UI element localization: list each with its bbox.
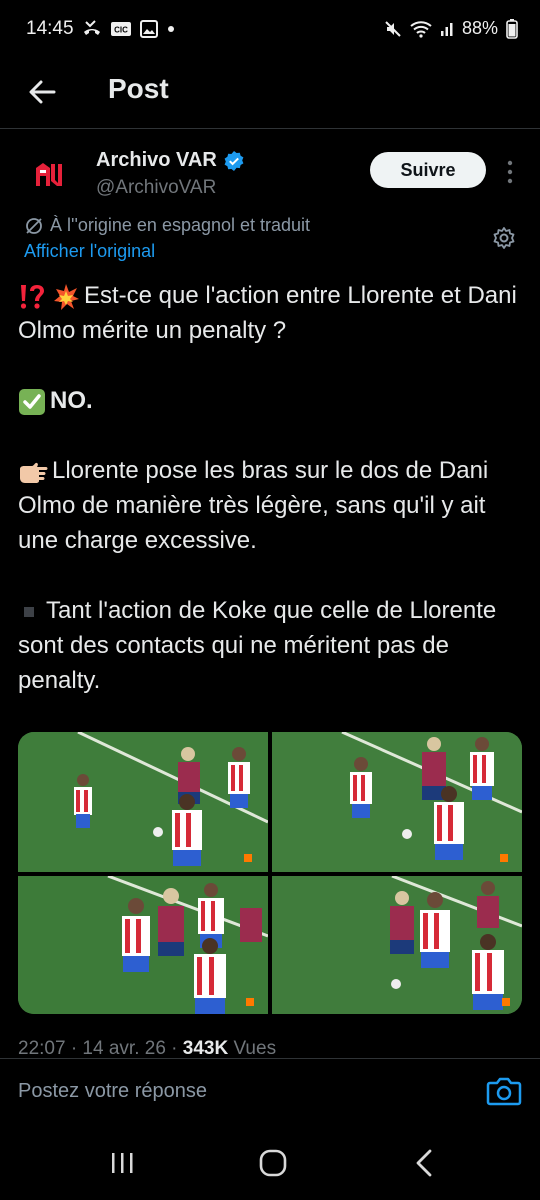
media-image-4[interactable] (272, 876, 522, 1014)
translation-note: À l''origine en espagnol et traduit (24, 215, 310, 236)
author-handle[interactable]: @ArchivoVAR (96, 177, 216, 199)
missed-call-icon (84, 20, 100, 35)
mute-icon (385, 20, 401, 37)
status-left-icons: CIC (82, 20, 176, 38)
header-divider (0, 128, 540, 129)
translation-settings-button[interactable] (490, 224, 518, 252)
pointing-hand-icon (20, 462, 48, 483)
back-button[interactable] (22, 72, 62, 112)
check-mark-button-icon (19, 388, 45, 415)
author-name[interactable]: Archivo VAR (96, 149, 245, 172)
camera-button[interactable] (486, 1074, 522, 1108)
gallery-icon (140, 20, 158, 38)
tweet-meta: 22:07 · 14 avr. 26 · 343K Vues (18, 1038, 276, 1060)
follow-button[interactable]: Suivre (370, 152, 486, 188)
status-bar: 14:45 CIC 88% (0, 0, 540, 62)
media-image-1[interactable] (18, 732, 268, 872)
football-scene-image (18, 876, 268, 1014)
tweet-paragraph-4: Tant l'action de Koke que celle de Llore… (18, 593, 526, 698)
recent-apps-icon (112, 1153, 133, 1173)
tweet-paragraph-3: Llorente pose les bras sur le dos de Dan… (18, 453, 526, 558)
app-header: Post (0, 62, 540, 128)
views-label: Vues (228, 1038, 277, 1059)
black-square-icon (24, 606, 34, 617)
exclamation-question-icon (20, 284, 44, 309)
system-back-button[interactable] (412, 1148, 438, 1178)
football-scene-image (18, 732, 268, 872)
chevron-left-icon (416, 1149, 432, 1177)
status-time: 14:45 (26, 18, 74, 39)
tweet-p3: Llorente pose les bras sur le dos de Dan… (18, 457, 489, 554)
translate-icon (26, 217, 42, 234)
football-scene-image (272, 876, 522, 1014)
verified-badge-icon (224, 150, 244, 171)
football-scene-image (272, 732, 522, 872)
reply-input[interactable]: Postez votre réponse (18, 1080, 207, 1103)
tweet-text: Est-ce que l'action entre Llorente et Da… (18, 278, 526, 698)
status-right: 88% (384, 18, 518, 39)
avatar[interactable] (20, 148, 74, 202)
views-count: 343K (182, 1038, 229, 1059)
battery-icon (506, 18, 518, 39)
archivo-var-logo (20, 148, 74, 202)
signal-icon (440, 22, 453, 36)
home-button[interactable] (258, 1148, 288, 1178)
tweet-paragraph-2: NO. (18, 383, 526, 418)
tweet-p4: Tant l'action de Koke que celle de Llore… (18, 597, 497, 694)
wifi-icon (410, 20, 432, 38)
more-options-button[interactable] (500, 156, 520, 188)
translation-note-text: À l''origine en espagnol et traduit (50, 215, 311, 235)
recent-apps-button[interactable] (108, 1150, 138, 1176)
tweet-date: 22:07 · 14 avr. 26 · (18, 1038, 183, 1059)
camera-icon (486, 1077, 522, 1106)
media-grid[interactable] (18, 732, 522, 1014)
more-vertical-icon (507, 160, 513, 184)
gear-icon (493, 227, 515, 249)
media-image-2[interactable] (272, 732, 522, 872)
tweet-p1: Est-ce que l'action entre Llorente et Da… (18, 282, 517, 344)
home-icon (259, 1149, 287, 1177)
dot-icon (168, 26, 174, 32)
page-title: Post (108, 73, 169, 104)
tweet-p2: NO. (50, 387, 93, 414)
show-original-link[interactable]: Afficher l'original (24, 241, 155, 262)
battery-percent: 88% (461, 18, 498, 38)
arrow-left-icon (29, 80, 56, 104)
svg-text:CIC: CIC (114, 26, 128, 35)
collision-icon (54, 283, 79, 310)
tweet-paragraph-1: Est-ce que l'action entre Llorente et Da… (18, 278, 526, 348)
media-image-3[interactable] (18, 876, 268, 1014)
author-name-text: Archivo VAR (96, 149, 217, 171)
cc-icon: CIC (111, 22, 131, 36)
